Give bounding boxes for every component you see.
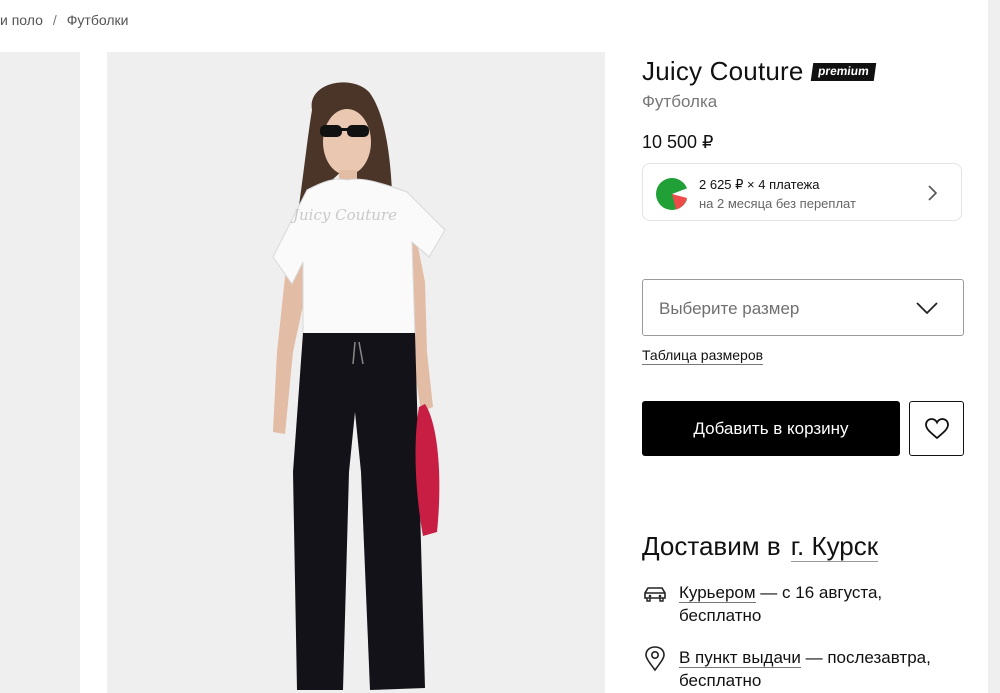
- car-icon: [644, 587, 666, 602]
- pickup-link[interactable]: В пункт выдачи: [679, 648, 801, 668]
- next-photo-thumbnail[interactable]: [988, 0, 1000, 693]
- courier-date: — с 16 августа,: [755, 583, 883, 602]
- installment-amount: 2 625 ₽ × 4 платежа: [699, 177, 820, 192]
- product-photo[interactable]: Juicy Couture: [107, 52, 605, 693]
- courier-link[interactable]: Курьером: [679, 583, 756, 603]
- chevron-down-icon: [916, 302, 938, 315]
- brand-row: Juicy Couture premium: [642, 56, 876, 87]
- brand-name[interactable]: Juicy Couture: [642, 56, 804, 87]
- breadcrumb-item-tshirts[interactable]: Футболки: [67, 12, 129, 28]
- favorite-button[interactable]: [909, 401, 964, 456]
- size-select-placeholder: Выберите размер: [659, 299, 800, 318]
- breadcrumb: и поло / Футболки: [0, 12, 128, 28]
- installment-banner[interactable]: 2 625 ₽ × 4 платежа на 2 месяца без пере…: [642, 163, 962, 221]
- installment-terms: на 2 месяца без переплат: [699, 196, 856, 211]
- pickup-price: бесплатно: [679, 671, 762, 690]
- map-pin-icon: [645, 646, 665, 672]
- breadcrumb-item-polo[interactable]: и поло: [0, 12, 43, 28]
- courier-price: бесплатно: [679, 606, 762, 625]
- breadcrumb-separator: /: [52, 12, 57, 28]
- delivery-heading: Доставим в г. Курск: [642, 531, 879, 562]
- previous-photo-thumbnail[interactable]: [0, 52, 80, 693]
- size-table-link[interactable]: Таблица размеров: [642, 347, 764, 365]
- size-select[interactable]: Выберите размер: [642, 279, 964, 336]
- product-price: 10 500 ₽: [642, 132, 714, 152]
- premium-badge: premium: [810, 62, 876, 81]
- delivery-city-link[interactable]: г. Курск: [790, 531, 879, 562]
- add-to-cart-button[interactable]: Добавить в корзину: [642, 401, 900, 456]
- chevron-right-icon: [928, 185, 938, 201]
- pickup-date: — послезавтра,: [800, 648, 931, 667]
- heart-icon: [924, 417, 949, 439]
- delivery-heading-text: Доставим в: [642, 531, 781, 561]
- svg-text:Juicy Couture: Juicy Couture: [290, 206, 397, 224]
- product-type: Футболка: [642, 92, 718, 111]
- split-logo-icon: [656, 178, 688, 210]
- model-illustration: Juicy Couture: [272, 82, 446, 690]
